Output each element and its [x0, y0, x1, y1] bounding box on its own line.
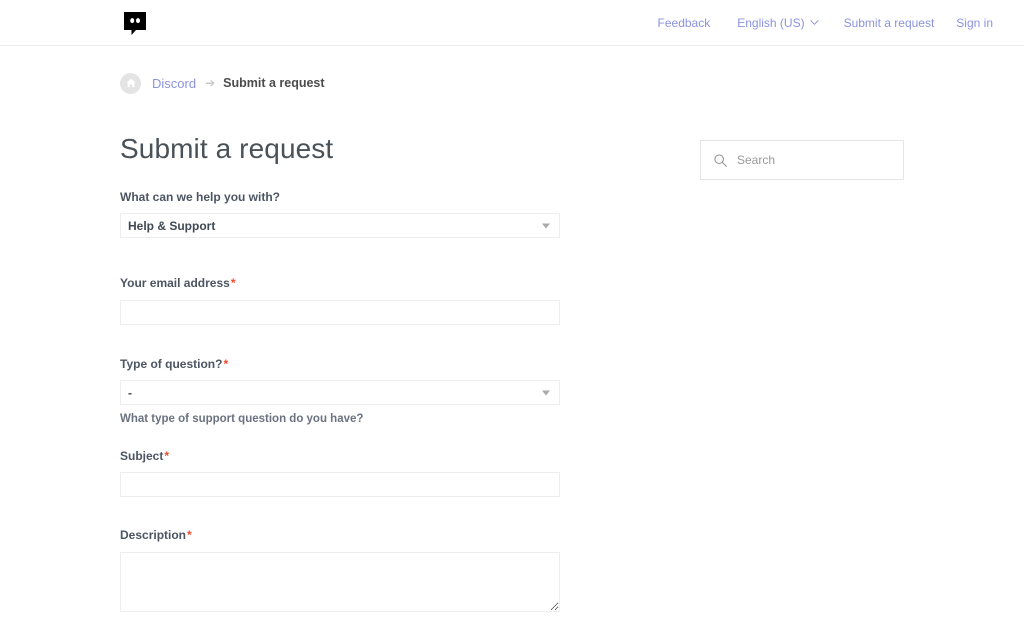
select-question-type[interactable]: -	[120, 380, 560, 406]
field-email: Your email address*	[120, 276, 560, 325]
email-field[interactable]	[120, 299, 560, 325]
required-marker: *	[223, 356, 229, 371]
nav-submit-request-link[interactable]: Submit a request	[844, 17, 935, 29]
breadcrumb-current: Submit a request	[223, 76, 325, 90]
breadcrumb: Discord ➔ Submit a request	[120, 72, 904, 94]
language-label: English (US)	[737, 16, 805, 30]
required-marker: *	[230, 276, 236, 291]
subject-field[interactable]	[120, 472, 560, 498]
required-marker: *	[164, 448, 170, 463]
field-label-help-topic: What can we help you with?	[120, 190, 281, 204]
select-help-topic[interactable]: Help & Support	[120, 213, 560, 239]
select-help-topic-value: Help & Support	[128, 218, 216, 233]
site-header: Feedback English (US) Submit a request S…	[0, 0, 1024, 46]
chevron-down-icon	[809, 18, 819, 27]
nav-feedback-link[interactable]: Feedback	[658, 17, 711, 29]
page-body: Discord ➔ Submit a request Search Submit…	[0, 72, 1024, 617]
nav-sign-in-link[interactable]: Sign in	[956, 17, 993, 29]
breadcrumb-root-link[interactable]: Discord	[152, 76, 196, 91]
field-label-email-text: Your email address	[120, 276, 230, 291]
field-help-question-type: What type of support question do you hav…	[120, 413, 364, 426]
home-icon[interactable]	[120, 72, 141, 94]
breadcrumb-separator-icon: ➔	[205, 76, 216, 90]
content-container: Discord ➔ Submit a request Search Submit…	[0, 72, 1024, 617]
search-placeholder: Search	[737, 153, 776, 167]
caret-down-icon	[542, 223, 550, 229]
caret-down-icon	[542, 390, 550, 396]
field-label-email: Your email address*	[120, 276, 560, 290]
discord-logo-link[interactable]	[120, 8, 150, 38]
field-label-description: Description*	[120, 528, 560, 542]
discord-logo-icon	[124, 12, 146, 35]
submit-request-form: What can we help you with? Help & Suppor…	[120, 190, 560, 617]
select-question-type-value: -	[128, 385, 132, 400]
field-question-type: Type of question?* - What type of suppor…	[120, 357, 560, 427]
field-subject: Subject*	[120, 449, 560, 498]
search-input[interactable]: Search	[700, 140, 904, 180]
header-nav: Feedback English (US) Submit a request S…	[658, 0, 1024, 46]
field-label-question-type-text: Type of question?	[120, 356, 223, 371]
required-marker: *	[187, 528, 192, 543]
field-label-description-text: Description	[120, 528, 187, 543]
field-description: Description*	[120, 528, 560, 616]
field-label-subject: Subject*	[120, 449, 560, 463]
field-label-subject-text: Subject	[120, 448, 164, 463]
field-label-question-type: Type of question?*	[120, 357, 560, 371]
search-icon	[714, 153, 727, 167]
description-field[interactable]	[120, 551, 560, 612]
field-help-topic: What can we help you with? Help & Suppor…	[120, 190, 560, 239]
language-selector[interactable]: English (US)	[737, 16, 819, 30]
